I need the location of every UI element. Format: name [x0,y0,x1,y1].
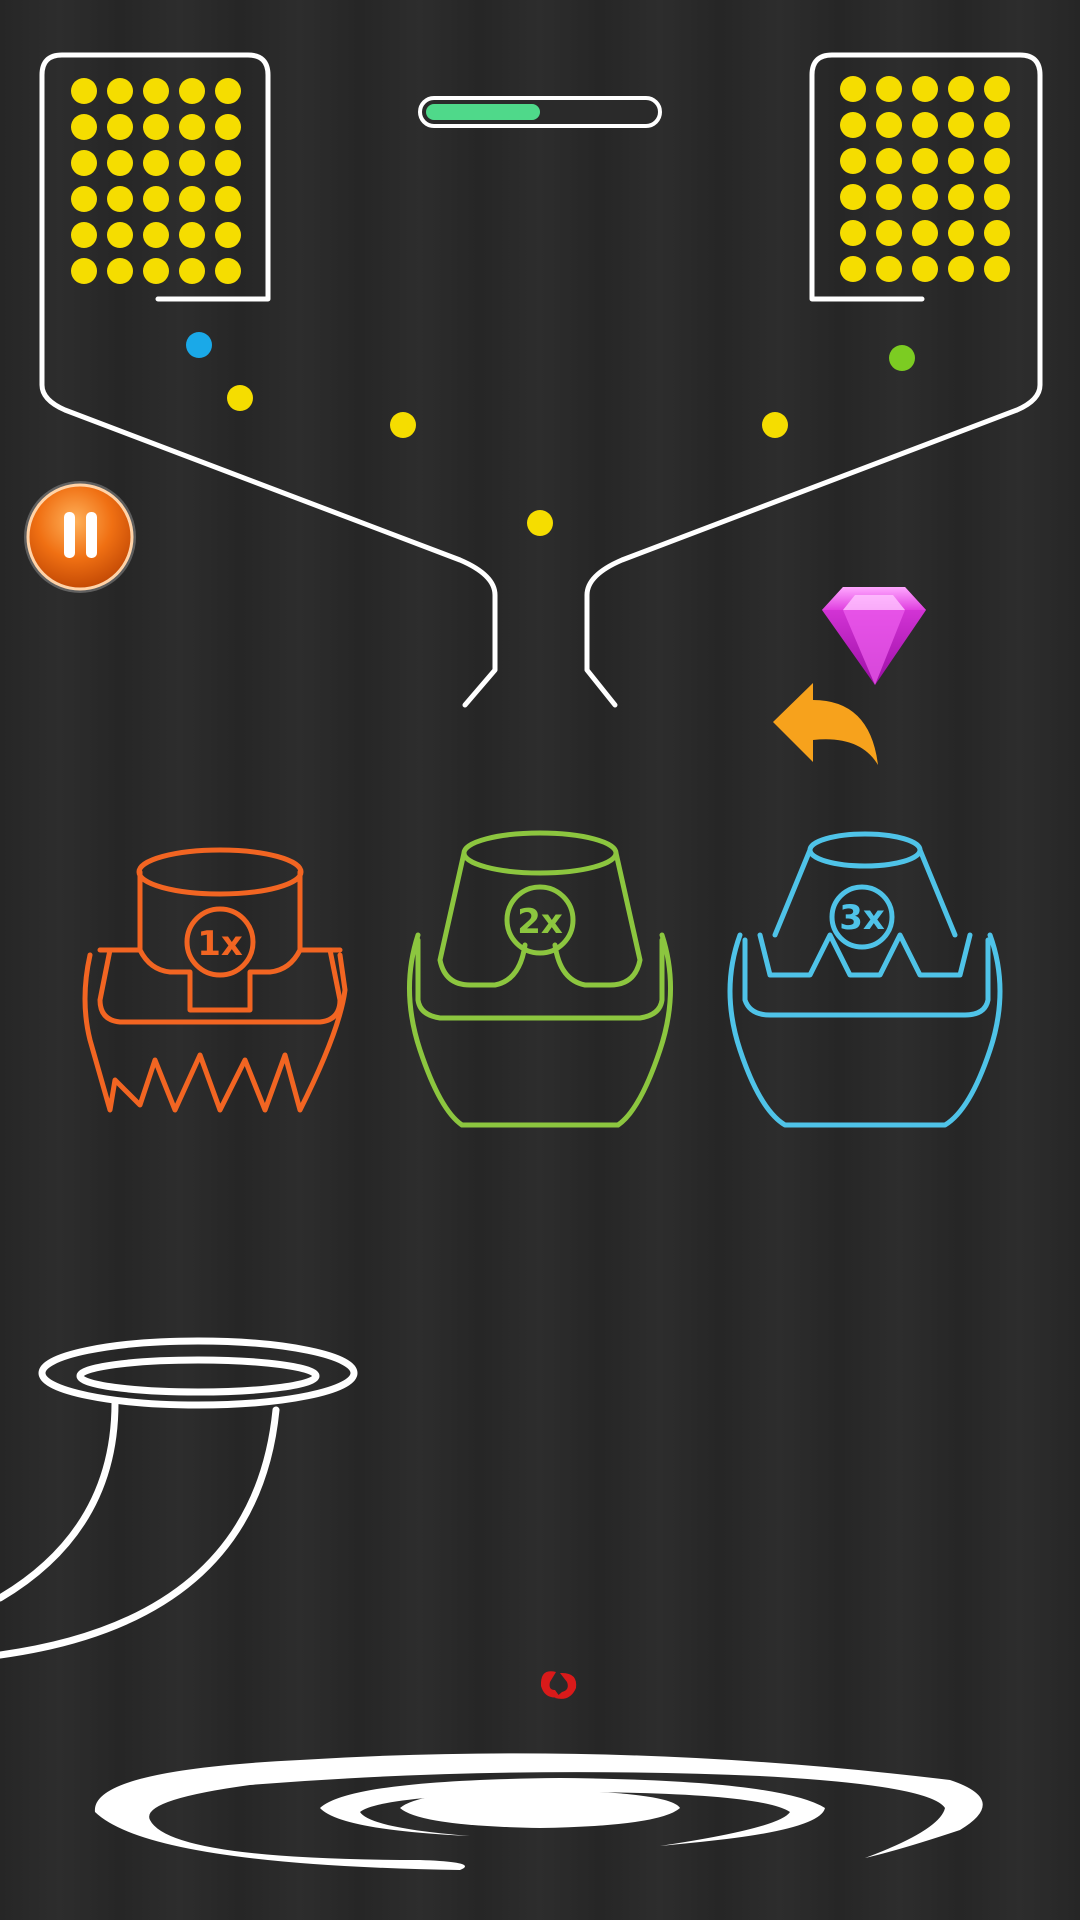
yellow-ball [912,220,938,246]
yellow-ball [984,148,1010,174]
yellow-ball [71,186,97,212]
yellow-ball [840,76,866,102]
vortex-swirl [94,1753,983,1870]
yellow-ball [840,148,866,174]
yellow-ball [876,76,902,102]
yellow-ball [948,148,974,174]
yellow-ball [912,256,938,282]
yellow-ball [143,258,169,284]
yellow-ball [71,258,97,284]
cup-1x-label: 1x [197,924,243,964]
progress-bar [418,96,662,128]
yellow-ball [948,184,974,210]
yellow-ball [876,220,902,246]
yellow-ball [876,112,902,138]
yellow-ball [912,184,938,210]
yellow-ball [948,112,974,138]
cup-1x[interactable]: 1x [82,847,348,1113]
cup-2x[interactable]: 2x [406,830,674,1128]
yellow-ball [984,220,1010,246]
yellow-ball [984,256,1010,282]
yellow-ball [71,150,97,176]
game-stage[interactable]: 1x 2x 3x [0,0,1080,1920]
yellow-ball [179,222,205,248]
left-ball-container [39,52,498,708]
blue-ball [186,332,212,358]
yellow-ball [984,112,1010,138]
right-ball-grid [840,76,1010,282]
yellow-ball [840,112,866,138]
yellow-ball [390,412,416,438]
yellow-ball [107,150,133,176]
yellow-ball [71,78,97,104]
yellow-ball [984,184,1010,210]
yellow-ball [215,78,241,104]
yellow-ball [143,78,169,104]
pause-button[interactable] [24,481,136,593]
yellow-ball [107,186,133,212]
yellow-ball [107,114,133,140]
yellow-ball [215,222,241,248]
yellow-ball [215,258,241,284]
red-hint-icon [540,1671,577,1699]
yellow-ball [527,510,553,536]
yellow-ball [876,256,902,282]
yellow-ball [215,114,241,140]
undo-arrow-icon[interactable] [773,683,878,765]
yellow-ball [840,256,866,282]
yellow-ball [179,186,205,212]
yellow-ball [840,220,866,246]
yellow-ball [143,186,169,212]
gem-icon[interactable] [822,587,926,685]
yellow-ball [143,150,169,176]
cup-3x[interactable]: 3x [727,831,1003,1128]
yellow-ball [876,148,902,174]
game-canvas[interactable]: 1x 2x 3x [0,0,1080,1920]
yellow-ball [107,258,133,284]
yellow-ball [143,114,169,140]
yellow-ball [107,78,133,104]
yellow-ball [948,256,974,282]
yellow-ball [984,76,1010,102]
yellow-ball [762,412,788,438]
left-ball-grid [71,78,241,284]
yellow-ball [876,184,902,210]
yellow-ball [948,76,974,102]
yellow-ball [179,78,205,104]
yellow-ball [215,186,241,212]
yellow-ball [179,114,205,140]
yellow-ball [912,76,938,102]
green-ball [889,345,915,371]
progress-fill [426,104,540,120]
yellow-ball [107,222,133,248]
yellow-ball [179,258,205,284]
yellow-ball [71,114,97,140]
yellow-ball [227,385,253,411]
yellow-ball [71,222,97,248]
falling-balls [186,332,915,536]
yellow-ball [948,220,974,246]
ball-tube [0,1337,358,1659]
yellow-ball [179,150,205,176]
yellow-ball [912,112,938,138]
yellow-ball [840,184,866,210]
yellow-ball [912,148,938,174]
right-ball-container [584,52,1043,708]
yellow-ball [215,150,241,176]
cup-2x-label: 2x [517,902,563,942]
cup-3x-label: 3x [839,898,885,938]
yellow-ball [143,222,169,248]
